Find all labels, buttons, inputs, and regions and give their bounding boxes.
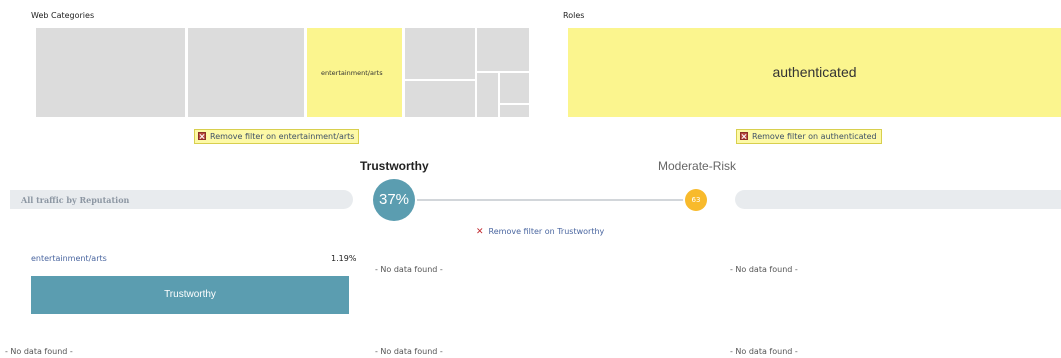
remove-role-filter-label: Remove filter on authenticated	[752, 132, 877, 141]
treemap-cell-selected[interactable]: entertainment/arts	[307, 28, 402, 117]
remove-trustworthy-filter-link[interactable]: ✕ Remove filter on Trustworthy	[476, 227, 604, 237]
trustworthy-knob[interactable]: 37%	[373, 179, 415, 221]
result-category-link[interactable]: entertainment/arts	[31, 254, 107, 263]
web-categories-treemap: entertainment/arts	[36, 28, 529, 117]
reputation-band-label: All traffic by Reputation	[21, 195, 130, 205]
moderate-risk-heading: Moderate-Risk	[658, 159, 737, 173]
roles-title: Roles	[563, 11, 585, 20]
no-data-message: - No data found -	[730, 347, 798, 356]
close-icon	[740, 132, 748, 140]
treemap-cell[interactable]	[477, 28, 529, 71]
result-bar[interactable]: Trustworthy	[31, 276, 349, 314]
no-data-message: - No data found -	[375, 265, 443, 274]
close-icon: ✕	[476, 227, 484, 237]
treemap-cell[interactable]	[500, 105, 529, 117]
close-icon	[198, 132, 206, 140]
remove-category-filter-button[interactable]: Remove filter on entertainment/arts	[194, 129, 360, 144]
treemap-cell[interactable]	[36, 28, 185, 117]
web-categories-title: Web Categories	[31, 11, 95, 20]
remove-trustworthy-filter-label: Remove filter on Trustworthy	[488, 227, 605, 236]
treemap-cell-label: entertainment/arts	[321, 69, 383, 77]
trustworthy-heading: Trustworthy	[360, 159, 429, 173]
remove-category-filter-label: Remove filter on entertainment/arts	[210, 132, 355, 141]
moderate-risk-knob[interactable]: 63	[685, 189, 707, 211]
treemap-cell[interactable]	[188, 28, 304, 117]
treemap-cell[interactable]	[405, 28, 475, 79]
reputation-band-left: All traffic by Reputation	[10, 190, 353, 209]
roles-treemap-cell-selected[interactable]: authenticated	[568, 28, 1061, 117]
treemap-cell[interactable]	[500, 73, 529, 103]
no-data-message: - No data found -	[375, 347, 443, 356]
result-bar-track: Trustworthy	[31, 276, 349, 314]
no-data-message: - No data found -	[5, 347, 73, 356]
treemap-cell[interactable]	[477, 73, 498, 117]
result-category-percent: 1.19%	[331, 254, 357, 263]
treemap-cell[interactable]	[405, 81, 475, 117]
remove-role-filter-button[interactable]: Remove filter on authenticated	[736, 129, 882, 144]
reputation-slider-track[interactable]	[415, 199, 690, 201]
no-data-message: - No data found -	[730, 265, 798, 274]
reputation-band-right	[735, 190, 1061, 209]
